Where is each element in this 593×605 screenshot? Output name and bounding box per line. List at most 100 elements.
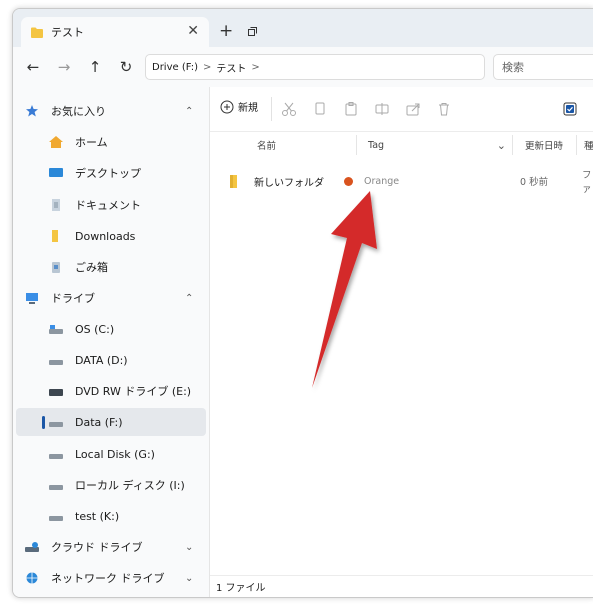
delete-icon[interactable] [436,101,452,117]
sidebar-item-downloads[interactable]: Downloads [13,222,209,250]
drive-icon [49,360,63,365]
drive-icon [49,454,63,459]
modified-cell: 0 秒前 [520,169,548,193]
breadcrumb-drive[interactable]: Drive (F:) [152,62,198,73]
column-header-label: Tag [368,139,385,151]
address-bar[interactable]: Drive (F:) > テスト > [145,54,485,80]
home-icon [49,136,63,148]
selection-indicator [42,416,45,429]
column-header-tag[interactable]: Tag ⌄ [368,131,506,159]
item-count: 1 ファイル [216,583,266,594]
sidebar-item-label: ごみ箱 [75,261,108,274]
close-tab-icon[interactable]: ✕ [187,24,199,38]
tag-label: Orange [364,175,400,187]
back-arrow-icon: ← [26,58,40,76]
column-header-label: 更新日時 [525,141,564,152]
refresh-button[interactable]: ↻ [116,57,136,77]
sidebar-item-data-f[interactable]: Data (F:) [16,408,206,436]
up-arrow-icon: ↑ [88,58,102,76]
sidebar-item-test-k[interactable]: test (K:) [13,502,209,530]
file-row[interactable]: 新しいフォルダ Orange 0 秒前 ファ [210,169,593,195]
duplicate-tab-icon[interactable] [248,27,257,36]
sidebar-item-documents[interactable]: ドキュメント [13,191,209,219]
up-button[interactable]: ↑ [85,57,105,77]
column-header-name[interactable]: 名前 [257,131,276,159]
sidebar-item-network-drive[interactable]: ネットワーク ドライブ ⌄ [13,564,209,592]
cut-icon[interactable] [281,101,297,117]
desktop-icon [49,168,63,177]
dvd-drive-icon [49,389,63,396]
status-bar: 1 ファイル [210,575,593,597]
file-list-pane: 新規 名前 Tag ⌄ 更新日時 種 新しいフォルダ Orange 0 秒前 フ… [210,87,593,597]
chevron-down-icon[interactable]: ⌄ [185,542,193,553]
type-value: ファ [582,170,592,195]
column-header-label: 種 [584,141,593,152]
sidebar-item-label: OS (C:) [75,322,115,336]
modified-value: 0 秒前 [520,177,549,188]
sidebar-item-label: ローカル ディスク (I:) [75,479,185,492]
cloud-drive-icon [25,542,39,552]
search-placeholder: 検索 [502,61,524,74]
sidebar-item-local-i[interactable]: ローカル ディスク (I:) [13,471,209,499]
sidebar-item-local-g[interactable]: Local Disk (G:) [13,440,209,468]
chevron-up-icon[interactable]: ⌃ [185,106,193,117]
drive-icon [49,422,63,427]
type-cell: ファ [582,169,593,195]
breadcrumb-separator: > [203,61,212,73]
chevron-down-icon[interactable]: ⌄ [497,139,506,152]
column-header-type[interactable]: 種 [584,131,593,159]
sidebar-item-label: お気に入り [51,105,106,118]
select-all-icon[interactable] [562,101,578,117]
column-divider[interactable] [512,135,513,155]
tab-test[interactable]: テスト ✕ [21,17,209,47]
refresh-icon: ↻ [119,58,133,76]
sidebar-item-desktop[interactable]: デスクトップ [13,159,209,187]
paste-icon[interactable] [343,101,359,117]
sidebar-item-label: ホーム [75,136,108,149]
new-button[interactable]: 新規 [220,99,258,114]
sidebar-item-favorites[interactable]: お気に入り ⌃ [13,97,209,125]
sidebar-item-label: ネットワーク ドライブ [51,572,165,585]
tag-cell[interactable]: Orange [344,169,399,193]
column-divider[interactable] [356,135,357,155]
sidebar-item-cloud-drive[interactable]: クラウド ドライブ ⌄ [13,533,209,561]
toolbar-divider [271,97,272,121]
file-name: 新しいフォルダ [254,177,324,189]
sidebar-item-label: Data (F:) [75,415,123,429]
rename-icon[interactable] [374,101,390,117]
back-button[interactable]: ← [23,57,43,77]
column-divider[interactable] [576,135,577,155]
sidebar-item-label: test (K:) [75,509,120,523]
navigation-bar: ← → ↑ ↻ Drive (F:) > テスト > 検索 [13,47,593,88]
search-input[interactable]: 検索 [493,54,593,80]
file-icon-cell [228,169,240,193]
sidebar-item-label: デスクトップ [75,167,141,180]
sidebar-item-drives[interactable]: ドライブ ⌃ [13,284,209,312]
new-tab-button[interactable]: + [219,23,233,40]
breadcrumb-folder[interactable]: テスト [216,60,246,75]
sidebar-item-label: DVD RW ドライブ (E:) [75,385,192,398]
drive-icon [49,516,63,521]
chevron-down-icon[interactable]: ⌄ [185,573,193,584]
copy-icon[interactable] [312,101,328,117]
column-header-label: 名前 [257,141,277,152]
sidebar-item-recycle-bin[interactable]: ごみ箱 [13,253,209,281]
tag-color-dot [344,176,353,186]
column-header-modified[interactable]: 更新日時 [525,131,563,159]
sidebar-item-home[interactable]: ホーム [13,128,209,156]
pc-icon [26,293,38,304]
drive-icon [49,485,63,490]
file-name-cell[interactable]: 新しいフォルダ [254,169,324,193]
sidebar-item-label: DATA (D:) [75,353,128,367]
tab-title: テスト [51,26,84,39]
sidebar-item-data-d[interactable]: DATA (D:) [13,346,209,374]
folder-icon [52,230,58,242]
breadcrumb-separator: > [251,61,260,73]
sidebar-item-dvd-e[interactable]: DVD RW ドライブ (E:) [13,377,209,405]
document-icon [52,199,60,211]
forward-button[interactable]: → [54,57,74,77]
share-icon[interactable] [405,101,421,117]
sidebar-item-os-c[interactable]: OS (C:) [13,315,209,343]
chevron-up-icon[interactable]: ⌃ [185,293,193,304]
forward-arrow-icon: → [57,58,71,76]
